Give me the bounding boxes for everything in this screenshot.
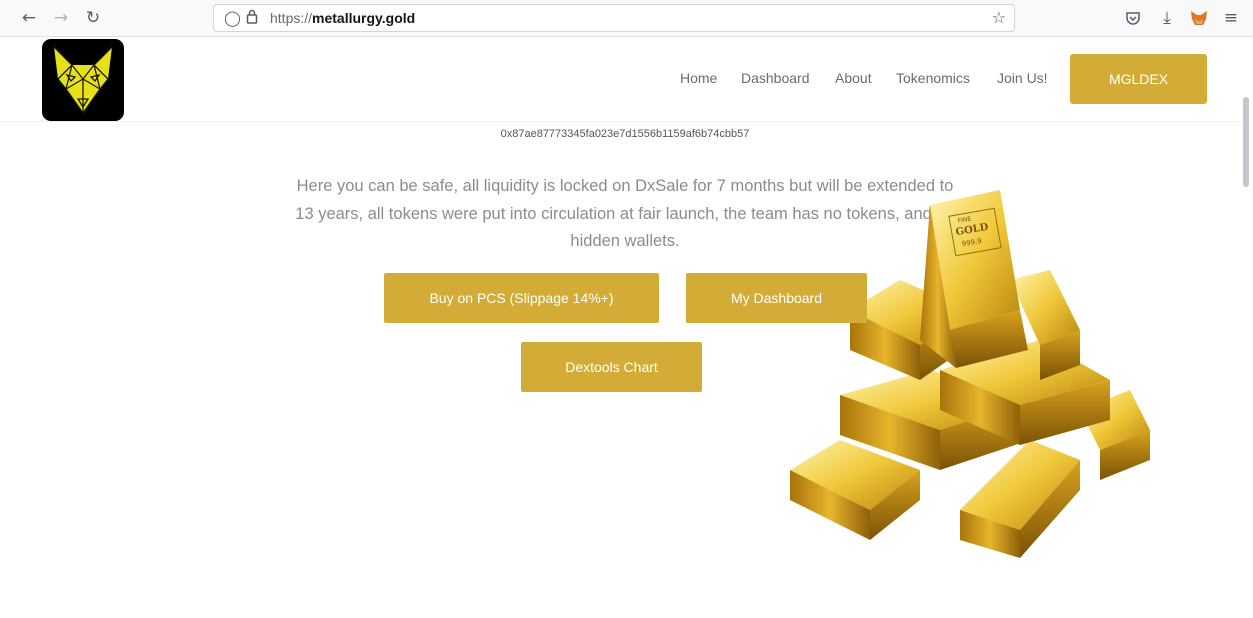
hamburger-menu-icon[interactable]: ≡ [1220,7,1242,29]
tracking-shield-icon[interactable]: ◯ [224,9,241,27]
page-scrollbar[interactable] [1241,37,1251,618]
nav-dashboard[interactable]: Dashboard [741,70,810,86]
arrow-right-icon[interactable]: → [50,7,72,29]
scrollbar-thumb[interactable] [1243,97,1249,187]
nav-tokenomics[interactable]: Tokenomics [896,70,970,86]
mgldex-button[interactable]: MGLDEX [1070,54,1207,104]
browser-toolbar: ← → ↻ ◯ https://metallurgy.gold ☆ ⤓ ≡ [0,0,1253,37]
lock-icon[interactable] [246,9,258,28]
metamask-fox-icon[interactable] [1188,7,1210,29]
address-bar[interactable]: ◯ https://metallurgy.gold ☆ [213,4,1015,32]
site-header: Home Dashboard About Tokenomics Join Us!… [0,37,1242,122]
star-icon[interactable]: ☆ [992,8,1006,27]
buy-on-pcs-button[interactable]: Buy on PCS (Slippage 14%+) [384,273,659,323]
nav-join-us[interactable]: Join Us! [997,70,1048,86]
arrow-left-icon[interactable]: ← [18,7,40,29]
reload-icon[interactable]: ↻ [82,7,104,29]
wolf-logo[interactable] [42,39,124,121]
download-icon[interactable]: ⤓ [1156,7,1178,29]
contract-address: 0x87ae87773345fa023e7d1556b1159af6b74cbb… [500,128,750,140]
url-scheme: https:// [270,10,313,26]
nav-about[interactable]: About [835,70,872,86]
url-text[interactable]: https://metallurgy.gold [270,10,415,26]
gold-bars-image: FINE GOLD 999.9 [790,190,1150,558]
url-domain: metallurgy.gold [312,10,416,26]
dextools-chart-button[interactable]: Dextools Chart [521,342,702,392]
my-dashboard-button[interactable]: My Dashboard [686,273,867,323]
nav-home[interactable]: Home [680,70,717,86]
pocket-icon[interactable] [1122,7,1144,29]
